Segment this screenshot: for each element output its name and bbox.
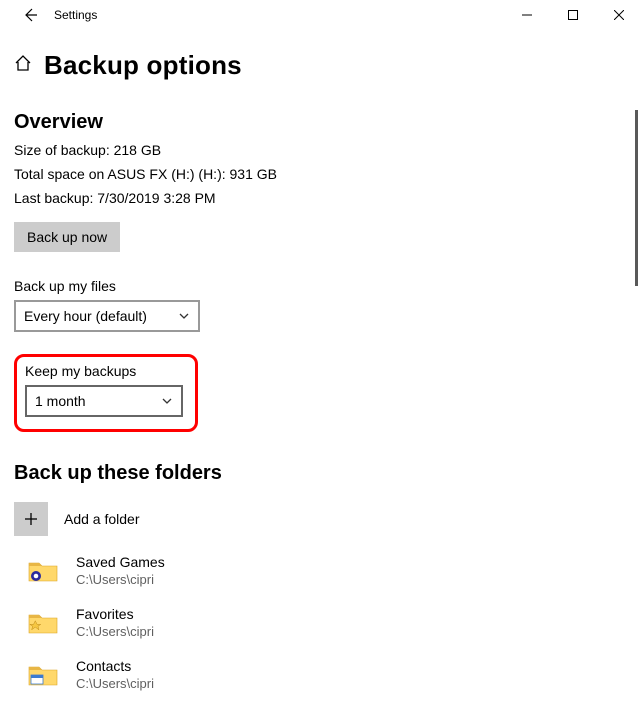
window-controls	[504, 0, 642, 30]
keep-backups-value: 1 month	[35, 393, 86, 409]
folder-item[interactable]: Saved Games C:\Users\cipri	[14, 545, 628, 597]
plus-icon	[23, 511, 39, 527]
close-button[interactable]	[596, 0, 642, 30]
last-backup-line: Last backup: 7/30/2019 3:28 PM	[14, 186, 628, 210]
folders-heading: Back up these folders	[14, 462, 628, 485]
folder-item[interactable]: Favorites C:\Users\cipri	[14, 597, 628, 649]
keep-backups-label: Keep my backups	[25, 363, 185, 379]
add-folder-row[interactable]: Add a folder	[14, 493, 628, 545]
backup-size-line: Size of backup: 218 GB	[14, 138, 628, 162]
scrollbar[interactable]	[635, 110, 638, 286]
folder-name: Favorites	[76, 606, 154, 623]
minimize-icon	[522, 10, 532, 20]
page-header: Backup options	[0, 30, 642, 91]
folder-item[interactable]: Contacts C:\Users\cipri	[14, 649, 628, 701]
minimize-button[interactable]	[504, 0, 550, 30]
chevron-down-icon	[161, 395, 173, 407]
content-area: Overview Size of backup: 218 GB Total sp…	[0, 91, 642, 701]
maximize-icon	[568, 10, 578, 20]
folder-icon	[26, 554, 60, 588]
backup-frequency-value: Every hour (default)	[24, 308, 147, 324]
folder-name: Contacts	[76, 658, 154, 675]
backup-frequency-select[interactable]: Every hour (default)	[14, 300, 200, 332]
home-icon[interactable]	[14, 54, 32, 77]
backup-frequency-label: Back up my files	[14, 278, 628, 294]
arrow-left-icon	[22, 7, 38, 23]
overview-heading: Overview	[14, 111, 628, 134]
folder-path: C:\Users\cipri	[76, 571, 165, 588]
keep-backups-select[interactable]: 1 month	[25, 385, 183, 417]
maximize-button[interactable]	[550, 0, 596, 30]
backup-now-button[interactable]: Back up now	[14, 222, 120, 252]
folder-path: C:\Users\cipri	[76, 623, 154, 640]
folder-name: Saved Games	[76, 554, 165, 571]
folder-icon	[26, 658, 60, 692]
window-title: Settings	[54, 8, 97, 22]
page-title: Backup options	[44, 50, 242, 81]
add-folder-label: Add a folder	[64, 511, 140, 528]
add-folder-button[interactable]	[14, 502, 48, 536]
chevron-down-icon	[178, 310, 190, 322]
titlebar: Settings	[0, 0, 642, 30]
back-button[interactable]	[8, 0, 48, 30]
folder-path: C:\Users\cipri	[76, 675, 154, 692]
folder-icon	[26, 606, 60, 640]
close-icon	[614, 10, 624, 20]
keep-backups-highlight: Keep my backups 1 month	[14, 354, 198, 432]
total-space-line: Total space on ASUS FX (H:) (H:): 931 GB	[14, 162, 628, 186]
